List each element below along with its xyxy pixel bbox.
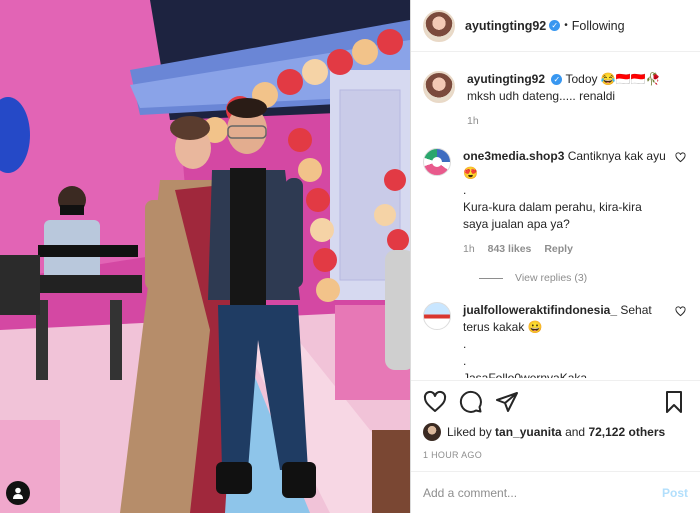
commenter-avatar[interactable] — [423, 148, 451, 176]
comment-item: jualfolloweraktifindonesia_ Sehat terus … — [423, 284, 688, 378]
comment-meta: 1h 843 likes Reply — [463, 241, 666, 258]
view-replies-label[interactable]: View replies (3) — [515, 272, 587, 284]
verified-badge-icon: ✓ — [549, 20, 561, 31]
following-button[interactable]: Following — [572, 19, 625, 33]
save-bookmark-icon[interactable] — [662, 390, 686, 414]
comment-text-line2: . — [463, 183, 467, 197]
likes-summary: Liked by tan_yuanita and 72,122 others — [423, 423, 688, 441]
comment-like-heart-icon[interactable] — [675, 152, 686, 163]
share-send-icon[interactable] — [495, 390, 519, 414]
likes-prefix: Liked by — [447, 425, 492, 439]
view-replies-button[interactable]: View replies (3) — [479, 272, 688, 284]
caption-meta: 1h — [467, 113, 666, 130]
post-header: ayutingting92 ✓ • Following — [411, 0, 700, 52]
comment-input[interactable] — [423, 485, 662, 500]
comment-text-line2: . — [463, 337, 467, 351]
post-caption: ayutingting92 ✓ Todoy 😂🇮🇩🇮🇩🥀 mksh udh da… — [423, 53, 688, 130]
likes-middle: and — [565, 425, 586, 439]
caption-author-avatar[interactable] — [423, 71, 455, 103]
action-icon-row — [423, 381, 688, 423]
caption-text-line2: mksh udh dateng..... renaldi — [467, 89, 616, 103]
comment-like-heart-icon[interactable] — [675, 306, 686, 317]
user-silhouette-icon — [13, 487, 23, 499]
comment-body: one3media.shop3 Cantiknya kak ayu 😍 . Ku… — [463, 148, 688, 258]
like-heart-icon[interactable] — [423, 390, 447, 414]
photo-illustration — [0, 0, 410, 513]
author-avatar[interactable] — [423, 9, 455, 42]
add-comment-bar: Post — [411, 471, 700, 513]
liker-avatar[interactable] — [423, 423, 441, 441]
comment-bubble-icon[interactable] — [459, 390, 483, 414]
post-comment-button[interactable]: Post — [662, 486, 688, 500]
liker-username[interactable]: tan_yuanita — [495, 425, 562, 439]
comment-text-line3: Kura-kura dalam perahu, kira-kira saya j… — [463, 200, 642, 231]
likes-count[interactable]: 72,122 others — [588, 425, 665, 439]
caption-username[interactable]: ayutingting92 — [467, 72, 545, 86]
comment-username[interactable]: one3media.shop3 — [463, 149, 564, 163]
post-actions: Liked by tan_yuanita and 72,122 others 1… — [411, 380, 700, 460]
replies-divider-line — [479, 277, 503, 279]
caption-body: ayutingting92 ✓ Todoy 😂🇮🇩🇮🇩🥀 mksh udh da… — [467, 71, 688, 130]
comment-username[interactable]: jualfolloweraktifindonesia_ — [463, 303, 617, 317]
separator-dot: • — [564, 20, 568, 31]
comment-time[interactable]: 1h — [463, 243, 475, 255]
caption-text: Todoy 😂🇮🇩🇮🇩🥀 — [565, 72, 661, 86]
post-photo[interactable] — [0, 0, 410, 513]
caption-time[interactable]: 1h — [467, 115, 479, 127]
post-timestamp[interactable]: 1 HOUR AGO — [423, 450, 688, 460]
verified-badge-icon: ✓ — [551, 74, 563, 86]
comment-item: one3media.shop3 Cantiknya kak ayu 😍 . Ku… — [423, 130, 688, 258]
comment-likes-count[interactable]: 843 likes — [488, 243, 532, 255]
post-side-panel: ayutingting92 ✓ • Following ayutingting9… — [410, 0, 700, 513]
tagged-users-icon[interactable] — [6, 481, 30, 505]
comment-text-line4: JasaFollo0wernyaKaka — [463, 371, 588, 378]
comment-text-line3: . — [463, 354, 467, 368]
comment-body: jualfolloweraktifindonesia_ Sehat terus … — [463, 302, 688, 378]
comments-list[interactable]: ayutingting92 ✓ Todoy 😂🇮🇩🇮🇩🥀 mksh udh da… — [411, 53, 700, 378]
commenter-avatar[interactable] — [423, 302, 451, 330]
comment-reply-button[interactable]: Reply — [544, 243, 573, 255]
author-username[interactable]: ayutingting92 — [465, 19, 546, 33]
